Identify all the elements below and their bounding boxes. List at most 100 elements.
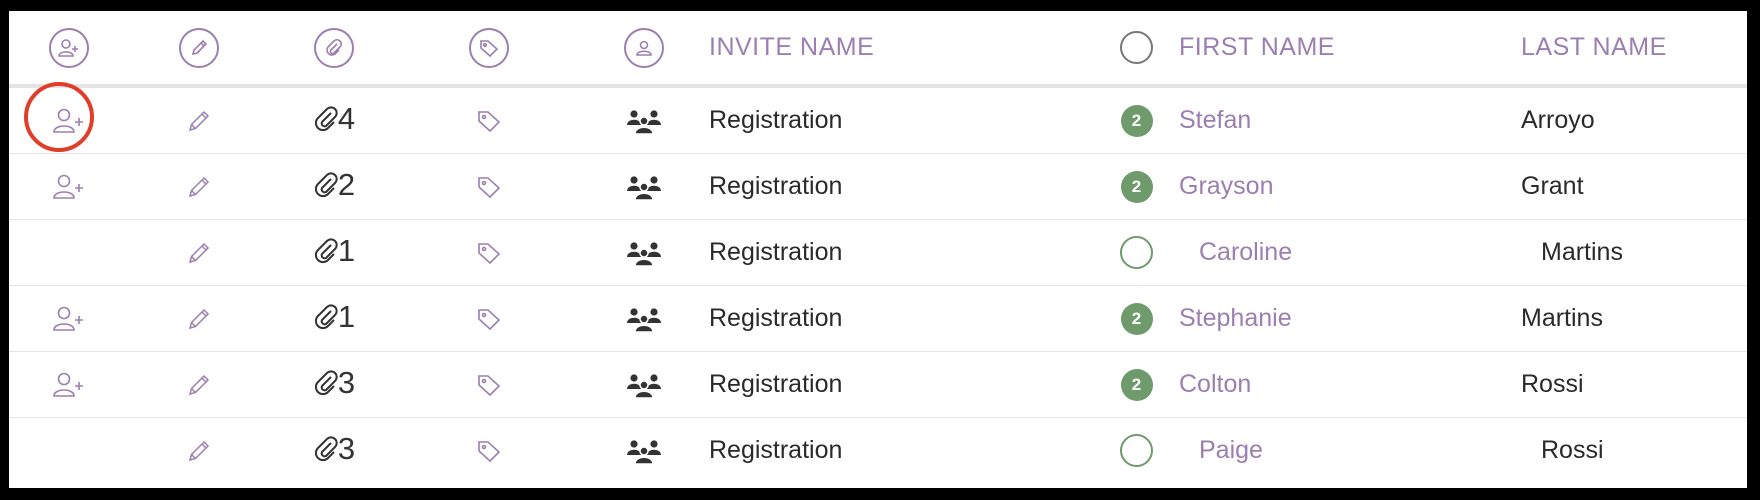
first-name-link[interactable]: Colton <box>1179 370 1251 398</box>
header-invite-name[interactable]: INVITE NAME <box>709 11 1094 88</box>
header-attachments[interactable] <box>269 11 399 88</box>
status-empty-circle[interactable] <box>1120 236 1153 269</box>
header-last-name[interactable]: LAST NAME <box>1521 11 1747 88</box>
status-badge[interactable]: 2 <box>1120 302 1153 335</box>
header-group[interactable] <box>579 11 709 88</box>
last-name-cell: Grant <box>1521 153 1747 220</box>
group-icon[interactable] <box>627 108 661 136</box>
first-name-link[interactable]: Grayson <box>1179 172 1273 200</box>
group-cell <box>579 86 709 154</box>
tag-icon[interactable] <box>476 306 502 332</box>
person-add-icon[interactable] <box>52 305 86 333</box>
last-name-text: Martins <box>1521 304 1603 332</box>
pencil-icon[interactable] <box>186 108 212 134</box>
attachment-count: 3 <box>337 365 355 400</box>
status-badge[interactable]: 2 <box>1120 104 1153 137</box>
group-icon[interactable] <box>627 240 661 268</box>
person-add-icon[interactable] <box>52 371 86 399</box>
pencil-icon[interactable] <box>186 438 212 464</box>
tag-cell <box>399 153 579 220</box>
status-cell: 2 <box>1094 153 1179 220</box>
invite-name-cell: Registration <box>709 153 1094 220</box>
tag-icon <box>469 27 509 68</box>
invite-name-cell: Registration <box>709 351 1094 418</box>
first-name-link[interactable]: Stephanie <box>1179 304 1292 332</box>
first-name-link[interactable]: Stefan <box>1179 106 1251 134</box>
tag-icon[interactable] <box>476 108 502 134</box>
attachment-count: 2 <box>337 167 355 202</box>
first-name-link[interactable]: Caroline <box>1179 238 1292 266</box>
attachment-count: 3 <box>337 431 355 466</box>
first-name-cell[interactable]: Grayson <box>1179 153 1521 220</box>
person-add-icon[interactable] <box>52 173 86 201</box>
last-name-text: Rossi <box>1521 370 1584 398</box>
pencil-icon[interactable] <box>186 174 212 200</box>
paperclip-icon <box>314 171 340 199</box>
tag-cell <box>399 285 579 352</box>
attachments-link[interactable]: 1 <box>314 299 355 335</box>
first-name-cell[interactable]: Colton <box>1179 351 1521 418</box>
last-name-text: Arroyo <box>1521 106 1595 134</box>
invite-name-cell: Registration <box>709 285 1094 352</box>
attachments-cell: 4 <box>269 86 399 154</box>
first-name-cell[interactable]: Caroline <box>1179 219 1521 286</box>
table-row[interactable]: 3 Registrati <box>9 418 1747 484</box>
first-name-link[interactable]: Paige <box>1179 436 1263 464</box>
tag-icon[interactable] <box>476 372 502 398</box>
add-user-cell <box>9 351 129 418</box>
group-icon[interactable] <box>627 372 661 400</box>
attachments-cell: 2 <box>269 153 399 220</box>
table-row[interactable]: 3 Registrati <box>9 351 1747 418</box>
pencil-icon[interactable] <box>186 372 212 398</box>
add-user-cell <box>9 219 129 286</box>
pencil-icon[interactable] <box>186 240 212 266</box>
add-user-cell <box>9 285 129 352</box>
group-icon[interactable] <box>627 174 661 202</box>
person-icon <box>624 27 664 68</box>
paperclip-icon <box>314 435 340 463</box>
header-add-user[interactable] <box>9 11 129 88</box>
pencil-icon[interactable] <box>186 306 212 332</box>
paperclip-icon <box>314 105 340 133</box>
last-name-cell: Rossi <box>1521 351 1747 418</box>
attachments-link[interactable]: 1 <box>314 233 355 269</box>
attachments-cell: 3 <box>269 351 399 418</box>
header-edit[interactable] <box>129 11 269 88</box>
last-name-text: Martins <box>1541 238 1623 266</box>
group-cell <box>579 219 709 286</box>
person-add-icon <box>49 27 89 68</box>
paperclip-icon <box>314 303 340 331</box>
table-row[interactable]: 4 Registration 2 Stefan Arroyo <box>9 86 1747 154</box>
tag-icon[interactable] <box>476 174 502 200</box>
paperclip-icon <box>314 369 340 397</box>
invite-name-cell: Registration <box>709 86 1094 154</box>
status-empty-circle[interactable] <box>1120 434 1153 467</box>
attachments-link[interactable]: 4 <box>314 101 355 137</box>
status-badge[interactable]: 2 <box>1120 170 1153 203</box>
header-tags[interactable] <box>399 11 579 88</box>
table-row[interactable]: 2 Registration 2 Grayson Grant <box>9 153 1747 220</box>
status-badge[interactable]: 2 <box>1120 368 1153 401</box>
group-icon[interactable] <box>627 438 661 466</box>
header-first-name[interactable]: FIRST NAME <box>1179 11 1521 88</box>
attachments-link[interactable]: 3 <box>314 365 355 401</box>
group-icon[interactable] <box>627 306 661 334</box>
attachments-link[interactable]: 2 <box>314 167 355 203</box>
tag-cell <box>399 86 579 154</box>
header-status[interactable] <box>1094 11 1179 88</box>
table-row[interactable]: 1 Registrati <box>9 285 1747 352</box>
table-row[interactable]: 1 Registrati <box>9 219 1747 286</box>
first-name-cell[interactable]: Stephanie <box>1179 285 1521 352</box>
first-name-cell[interactable]: Stefan <box>1179 86 1521 154</box>
tag-cell <box>399 219 579 286</box>
tag-icon[interactable] <box>476 438 502 464</box>
attachments-cell: 3 <box>269 418 399 484</box>
first-name-cell[interactable]: Paige <box>1179 418 1521 484</box>
group-cell <box>579 418 709 484</box>
invite-name-cell: Registration <box>709 436 843 464</box>
tag-icon[interactable] <box>476 240 502 266</box>
tag-cell <box>399 351 579 418</box>
attachments-link[interactable]: 3 <box>314 431 355 467</box>
paperclip-icon <box>314 237 340 265</box>
person-add-icon[interactable] <box>52 107 86 135</box>
